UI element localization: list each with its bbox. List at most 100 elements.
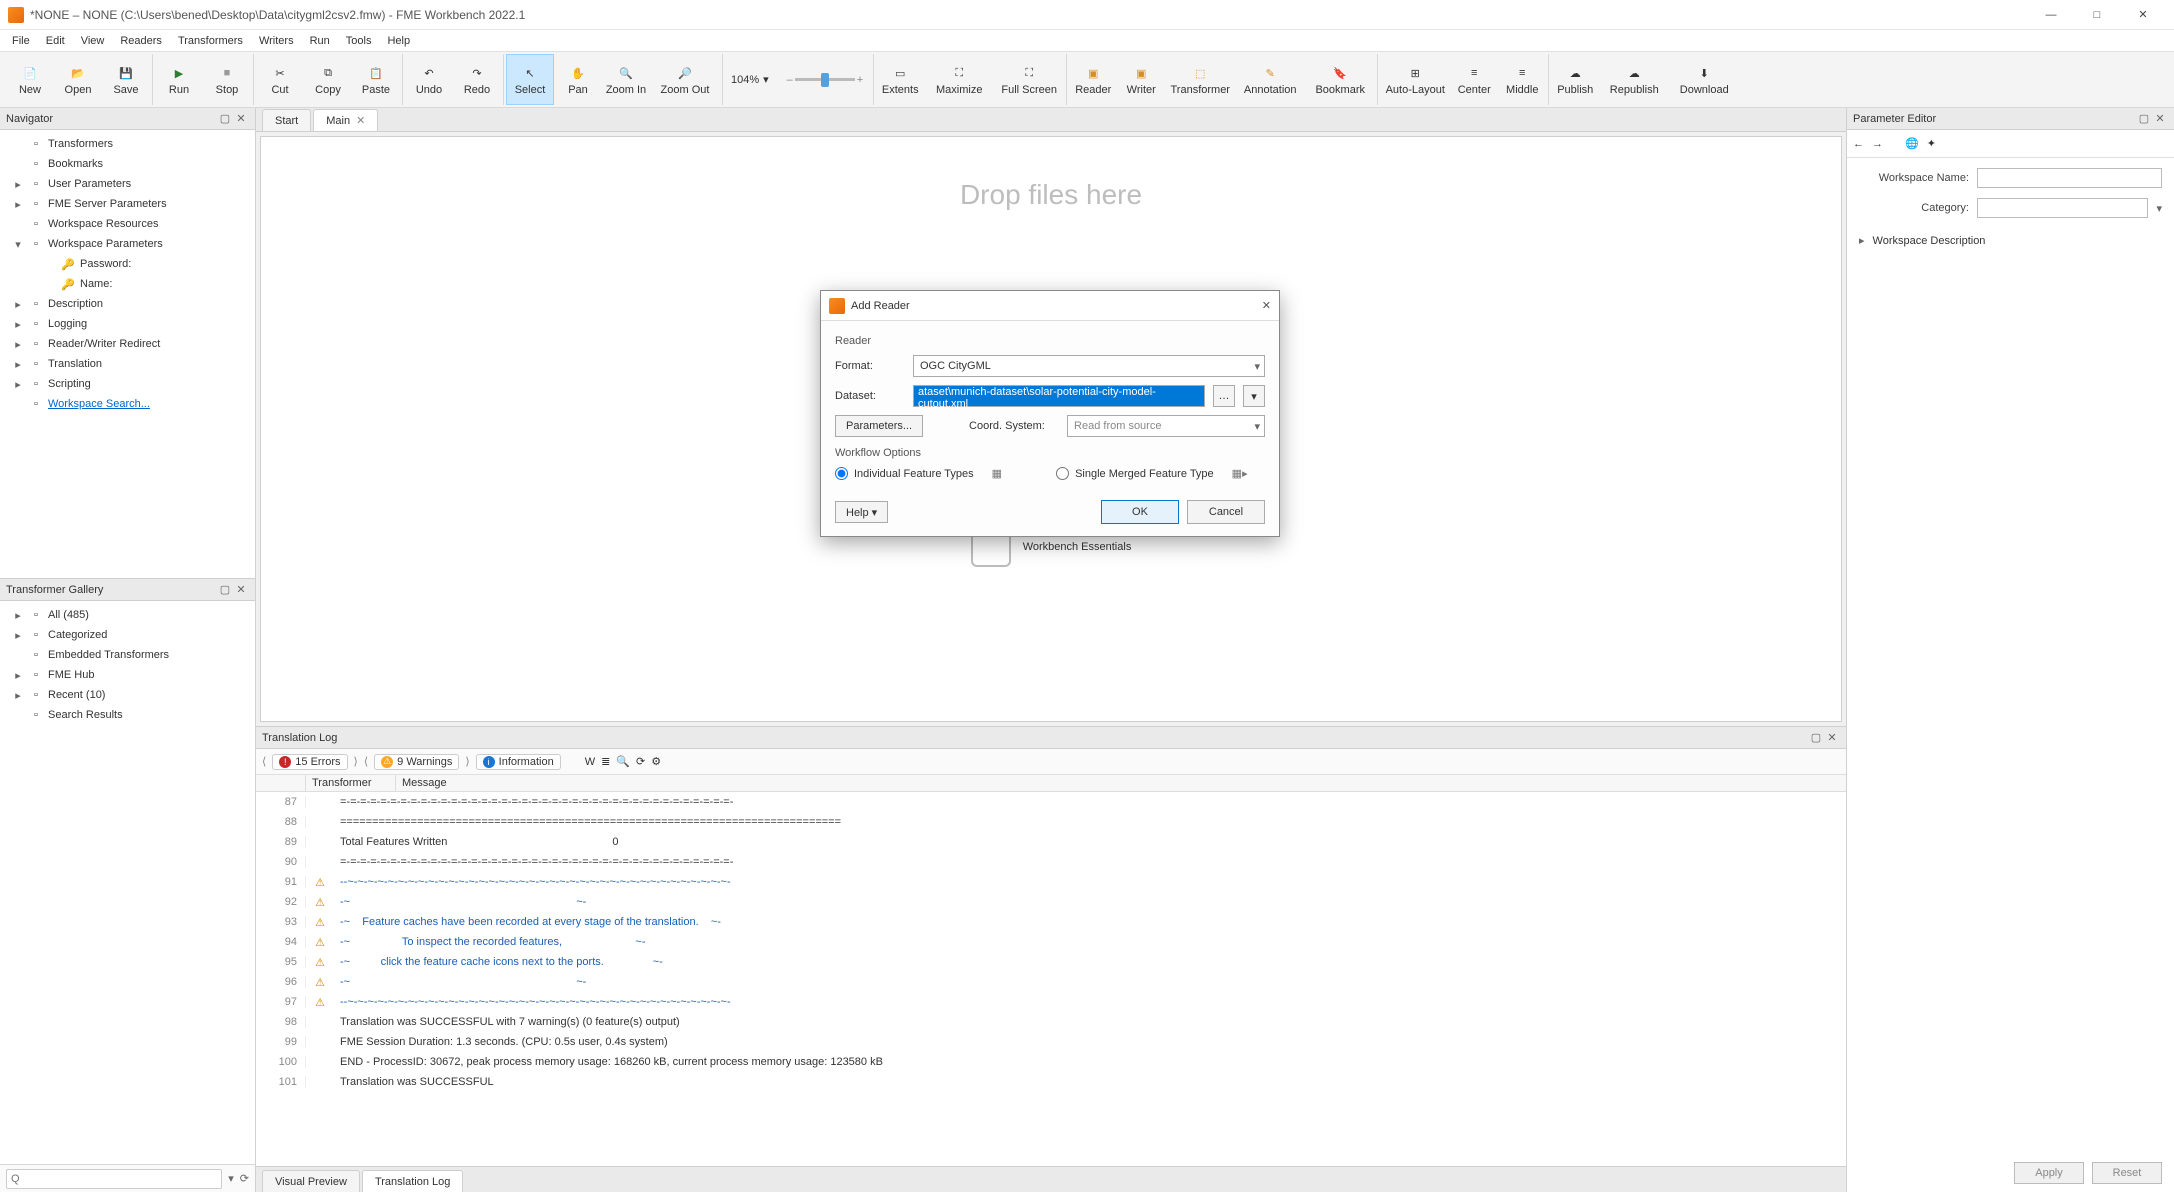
- redo-button[interactable]: ↷Redo: [453, 54, 501, 105]
- tab-main[interactable]: Main✕: [313, 109, 378, 131]
- menu-file[interactable]: File: [4, 33, 38, 49]
- gallery-item[interactable]: ▸▫All (485): [0, 605, 255, 625]
- auto-layout-button[interactable]: ⊞Auto-Layout: [1380, 54, 1450, 105]
- panel-close-icon[interactable]: ✕: [233, 582, 249, 598]
- nav-item[interactable]: ▸▫User Parameters: [0, 174, 255, 194]
- stop-button[interactable]: ■Stop: [203, 54, 251, 105]
- tool-icon[interactable]: ⟳: [636, 755, 645, 768]
- nav-item[interactable]: ▸▫Scripting: [0, 374, 255, 394]
- gallery-item[interactable]: ▸▫Categorized: [0, 625, 255, 645]
- nav-item[interactable]: 🔑Password:: [0, 254, 255, 274]
- open-button[interactable]: 📂Open: [54, 54, 102, 105]
- panel-close-icon[interactable]: ✕: [1824, 730, 1840, 746]
- tool-icon[interactable]: 🔍: [616, 755, 630, 768]
- menu-view[interactable]: View: [73, 33, 113, 49]
- nav-left-icon[interactable]: ⟨: [364, 755, 368, 768]
- pan-button[interactable]: ✋Pan: [554, 54, 602, 105]
- panel-pin-icon[interactable]: ▢: [217, 582, 233, 598]
- coord-combo[interactable]: Read from source▾: [1067, 415, 1265, 437]
- center-button[interactable]: ≡Center: [1450, 54, 1498, 105]
- middle-button[interactable]: ≡Middle: [1498, 54, 1546, 105]
- chevron-down-icon[interactable]: ▾: [2156, 202, 2162, 215]
- menu-readers[interactable]: Readers: [112, 33, 170, 49]
- zoom-in-button[interactable]: 🔍Zoom In: [602, 54, 650, 105]
- menu-run[interactable]: Run: [302, 33, 338, 49]
- nav-left-icon[interactable]: ⟨: [262, 755, 266, 768]
- gallery-item[interactable]: ▸▫Recent (10): [0, 685, 255, 705]
- close-button[interactable]: ✕: [2120, 0, 2166, 30]
- copy-button[interactable]: ⧉Copy: [304, 54, 352, 105]
- back-icon[interactable]: ←: [1853, 138, 1864, 150]
- tab-translation-log[interactable]: Translation Log: [362, 1170, 463, 1192]
- download-button[interactable]: ⬇Download: [1669, 54, 1739, 105]
- nav-item[interactable]: ▸▫Reader/Writer Redirect: [0, 334, 255, 354]
- nav-item[interactable]: ▸▫Translation: [0, 354, 255, 374]
- republish-button[interactable]: ☁Republish: [1599, 54, 1669, 105]
- fullscreen-button[interactable]: ⛶Full Screen: [994, 54, 1064, 105]
- nav-item[interactable]: ▫Transformers: [0, 134, 255, 154]
- close-icon[interactable]: ✕: [356, 114, 365, 127]
- cancel-button[interactable]: Cancel: [1187, 500, 1265, 524]
- cut-button[interactable]: ✂Cut: [256, 54, 304, 105]
- new-button[interactable]: 📄New: [6, 54, 54, 105]
- ok-button[interactable]: OK: [1101, 500, 1179, 524]
- nav-item[interactable]: ▸▫Logging: [0, 314, 255, 334]
- save-button[interactable]: 💾Save: [102, 54, 150, 105]
- bookmark-button[interactable]: 🔖Bookmark: [1305, 54, 1375, 105]
- warnings-pill[interactable]: ⚠9 Warnings: [374, 754, 459, 770]
- gallery-search-input[interactable]: [6, 1169, 222, 1189]
- paste-button[interactable]: 📋Paste: [352, 54, 400, 105]
- tab-visual-preview[interactable]: Visual Preview: [262, 1170, 360, 1192]
- slider[interactable]: – +: [787, 54, 864, 105]
- format-combo[interactable]: OGC CityGML▾: [913, 355, 1265, 377]
- select-button[interactable]: ↖Select: [506, 54, 554, 105]
- zoom-out-button[interactable]: 🔎Zoom Out: [650, 54, 720, 105]
- navigator-tree[interactable]: ▫Transformers▫Bookmarks▸▫User Parameters…: [0, 130, 255, 578]
- nav-item[interactable]: ▫Workspace Resources: [0, 214, 255, 234]
- gear-icon[interactable]: ⚙: [651, 755, 661, 768]
- menu-edit[interactable]: Edit: [38, 33, 73, 49]
- nav-right-icon[interactable]: ⟩: [354, 755, 358, 768]
- radio-individual[interactable]: Individual Feature Types: [835, 467, 974, 480]
- maximize-button[interactable]: □: [2074, 0, 2120, 30]
- minimize-button[interactable]: —: [2028, 0, 2074, 30]
- nav-item[interactable]: ▾▫Workspace Parameters: [0, 234, 255, 254]
- extents-button[interactable]: ▭Extents: [876, 54, 924, 105]
- close-icon[interactable]: ✕: [1262, 299, 1271, 312]
- menu-tools[interactable]: Tools: [338, 33, 380, 49]
- radio-merged[interactable]: Single Merged Feature Type: [1056, 467, 1214, 480]
- dataset-menu-button[interactable]: ▾: [1243, 385, 1265, 407]
- nav-item[interactable]: ▸▫FME Server Parameters: [0, 194, 255, 214]
- menu-help[interactable]: Help: [379, 33, 418, 49]
- publish-button[interactable]: ☁Publish: [1551, 54, 1599, 105]
- sparkle-icon[interactable]: ✦: [1927, 137, 1936, 150]
- gallery-item[interactable]: ▫Search Results: [0, 705, 255, 725]
- zoom-level[interactable]: 104%▾: [723, 54, 777, 105]
- dataset-input[interactable]: ataset\munich-dataset\solar-potential-ci…: [913, 385, 1205, 407]
- maximize-canvas-button[interactable]: ⛶Maximize: [924, 54, 994, 105]
- panel-pin-icon[interactable]: ▢: [2136, 111, 2152, 127]
- panel-pin-icon[interactable]: ▢: [217, 111, 233, 127]
- tab-start[interactable]: Start: [262, 109, 311, 131]
- transformer-button[interactable]: ⬚Transformer: [1165, 54, 1235, 105]
- help-button[interactable]: Help ▾: [835, 501, 888, 523]
- category-input[interactable]: [1977, 198, 2148, 218]
- gallery-item[interactable]: ▫Embedded Transformers: [0, 645, 255, 665]
- apply-button[interactable]: Apply: [2014, 1162, 2084, 1184]
- chevron-down-icon[interactable]: ▾: [228, 1172, 234, 1185]
- panel-close-icon[interactable]: ✕: [233, 111, 249, 127]
- reset-button[interactable]: Reset: [2092, 1162, 2162, 1184]
- parameters-button[interactable]: Parameters...: [835, 415, 923, 437]
- panel-close-icon[interactable]: ✕: [2152, 111, 2168, 127]
- undo-button[interactable]: ↶Undo: [405, 54, 453, 105]
- log-body[interactable]: TransformerMessage 87=-=-=-=-=-=-=-=-=-=…: [256, 775, 1846, 1166]
- panel-pin-icon[interactable]: ▢: [1808, 730, 1824, 746]
- globe-icon[interactable]: 🌐: [1905, 137, 1919, 150]
- gallery-list[interactable]: ▸▫All (485)▸▫Categorized▫Embedded Transf…: [0, 601, 255, 1164]
- writer-button[interactable]: ▣Writer: [1117, 54, 1165, 105]
- menu-writers[interactable]: Writers: [251, 33, 302, 49]
- nav-item[interactable]: 🔑Name:: [0, 274, 255, 294]
- nav-item[interactable]: ▸▫Description: [0, 294, 255, 314]
- annotation-button[interactable]: ✎Annotation: [1235, 54, 1305, 105]
- ws-desc-label[interactable]: Workspace Description: [1873, 235, 1986, 247]
